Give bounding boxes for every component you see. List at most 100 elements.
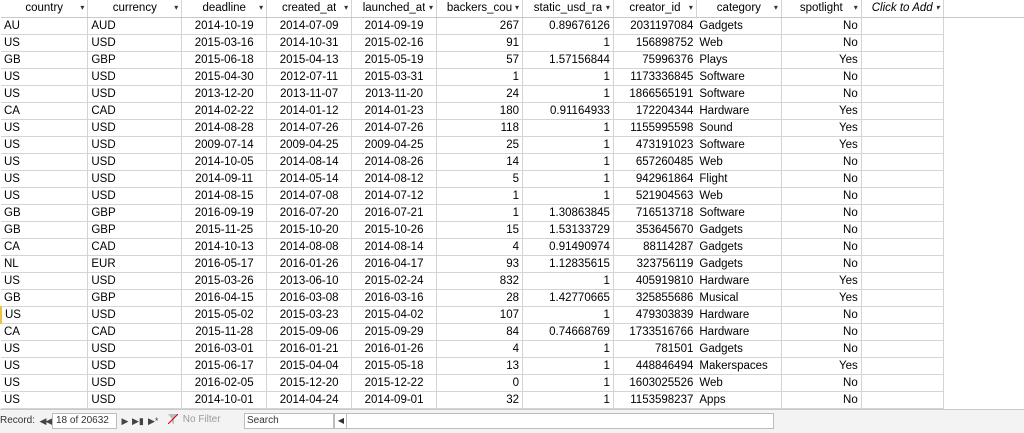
table-cell[interactable]: 2015-05-02 [181, 306, 268, 324]
chevron-down-icon[interactable]: ▾ [854, 0, 858, 16]
table-cell[interactable]: 1153598237 [613, 391, 697, 409]
table-cell[interactable]: 88114287 [613, 238, 697, 256]
table-cell[interactable]: 91 [436, 34, 523, 52]
table-cell[interactable]: 2014-08-12 [351, 170, 438, 188]
table-cell[interactable]: 1.53133729 [522, 221, 614, 239]
table-cell[interactable]: 2014-01-23 [351, 102, 438, 120]
table-cell[interactable]: No [781, 68, 862, 86]
table-cell[interactable]: 405919810 [613, 272, 697, 290]
table-cell[interactable]: 2014-08-26 [351, 153, 438, 171]
table-cell[interactable]: Software [696, 136, 782, 154]
table-cell[interactable]: 2015-03-26 [181, 272, 268, 290]
table-cell[interactable]: 1 [522, 85, 614, 103]
table-cell[interactable]: 1.42770665 [522, 289, 614, 307]
table-cell[interactable]: 107 [436, 306, 523, 324]
table-cell[interactable]: 2015-04-02 [351, 306, 438, 324]
table-cell[interactable]: AU [1, 17, 89, 35]
table-cell[interactable]: 2014-08-14 [266, 153, 353, 171]
table-cell[interactable]: AUD [87, 17, 183, 35]
table-cell[interactable]: 14 [436, 153, 523, 171]
chevron-down-icon[interactable]: ▾ [774, 0, 778, 16]
table-cell[interactable]: Gadgets [696, 238, 782, 256]
column-header[interactable]: backers_cou ▾ [436, 0, 523, 18]
table-row[interactable]: CA CAD 2014-02-22 2014-01-12 2014-01-23 180 0.… [1, 102, 1024, 120]
table-cell[interactable]: USD [87, 34, 183, 52]
table-cell[interactable]: 1 [436, 187, 523, 205]
table-cell[interactable]: GBP [87, 221, 183, 239]
table-row[interactable]: US USD 2014-10-01 2014-04-24 2014-09-01 32 1 11… [1, 391, 1024, 409]
add-column-cell[interactable] [861, 323, 944, 341]
table-cell[interactable]: USD [87, 357, 183, 375]
table-cell[interactable]: 1 [522, 119, 614, 137]
table-cell[interactable]: Yes [781, 357, 862, 375]
table-cell[interactable]: No [781, 238, 862, 256]
add-column-cell[interactable] [861, 255, 944, 273]
table-cell[interactable]: 1 [522, 374, 614, 392]
table-row[interactable]: US USD 2009-07-14 2009-04-25 2009-04-25 25 1 47… [1, 136, 1024, 154]
add-column-cell[interactable] [861, 289, 944, 307]
table-cell[interactable]: 2014-10-01 [181, 391, 268, 409]
table-cell[interactable]: 2014-07-26 [351, 119, 438, 137]
table-cell[interactable]: USD [87, 391, 183, 409]
table-cell[interactable]: 2016-07-20 [266, 204, 353, 222]
table-cell[interactable]: 2014-07-26 [266, 119, 353, 137]
table-cell[interactable]: 2012-07-11 [266, 68, 353, 86]
table-cell[interactable]: USD [87, 272, 183, 290]
column-header[interactable]: category ▾ [696, 0, 782, 18]
table-cell[interactable]: US [0, 306, 89, 324]
add-column-cell[interactable] [861, 51, 944, 69]
table-cell[interactable]: 1.30863845 [522, 204, 614, 222]
table-cell[interactable]: Apps [696, 391, 782, 409]
add-column-cell[interactable] [861, 34, 944, 52]
table-cell[interactable]: Web [696, 153, 782, 171]
table-cell[interactable]: 2016-04-17 [351, 255, 438, 273]
table-cell[interactable]: 0.91164933 [522, 102, 614, 120]
table-cell[interactable]: 2015-10-20 [266, 221, 353, 239]
add-column-cell[interactable] [861, 391, 944, 409]
table-cell[interactable]: Software [696, 204, 782, 222]
table-cell[interactable]: 2015-12-20 [266, 374, 353, 392]
table-cell[interactable]: Gadgets [696, 17, 782, 35]
current-record-field[interactable]: 18 of 20632 [52, 413, 117, 429]
table-cell[interactable]: 2013-11-20 [351, 85, 438, 103]
table-cell[interactable]: 2014-07-08 [266, 187, 353, 205]
table-cell[interactable]: GB [1, 204, 89, 222]
table-cell[interactable]: 2015-02-16 [351, 34, 438, 52]
table-row[interactable]: US USD 2014-08-15 2014-07-08 2014-07-12 1 1 521… [1, 187, 1024, 205]
table-cell[interactable]: 1 [436, 68, 523, 86]
table-cell[interactable]: 1 [522, 357, 614, 375]
table-row[interactable]: US USD 2013-12-20 2013-11-07 2013-11-20 24 1 18… [1, 85, 1024, 103]
table-cell[interactable]: GB [1, 221, 89, 239]
table-cell[interactable]: 118 [436, 119, 523, 137]
table-cell[interactable]: 28 [436, 289, 523, 307]
table-cell[interactable]: US [1, 374, 89, 392]
table-cell[interactable]: No [781, 374, 862, 392]
table-cell[interactable]: 2014-05-14 [266, 170, 353, 188]
table-cell[interactable]: 942961864 [613, 170, 697, 188]
table-cell[interactable]: 2016-01-26 [351, 340, 438, 358]
column-header[interactable]: spotlight ▾ [781, 0, 862, 18]
table-cell[interactable]: No [781, 255, 862, 273]
table-cell[interactable]: No [781, 85, 862, 103]
table-row[interactable]: US USD 2014-08-28 2014-07-26 2014-07-26 118 1 1… [1, 119, 1024, 137]
table-cell[interactable]: 1603025526 [613, 374, 697, 392]
table-cell[interactable]: Yes [781, 272, 862, 290]
table-cell[interactable]: Web [696, 187, 782, 205]
table-cell[interactable]: 75996376 [613, 51, 697, 69]
table-cell[interactable]: No [781, 17, 862, 35]
table-row[interactable]: US USD 2016-02-05 2015-12-20 2015-12-22 0 1 160… [1, 374, 1024, 392]
table-cell[interactable]: CA [1, 102, 89, 120]
table-cell[interactable]: 716513718 [613, 204, 697, 222]
table-cell[interactable]: 2015-06-18 [181, 51, 268, 69]
add-column-cell[interactable] [861, 136, 944, 154]
table-row[interactable]: GB GBP 2015-11-25 2015-10-20 2015-10-26 15 1.5… [1, 221, 1024, 239]
table-cell[interactable]: Hardware [696, 323, 782, 341]
add-column-cell[interactable] [861, 306, 944, 324]
table-row[interactable]: NL EUR 2016-05-17 2016-01-26 2016-04-17 93 1.1… [1, 255, 1024, 273]
table-cell[interactable]: 832 [436, 272, 523, 290]
table-row[interactable]: US USD 2014-10-05 2014-08-14 2014-08-26 14 1 65… [1, 153, 1024, 171]
table-cell[interactable]: Gadgets [696, 255, 782, 273]
table-row[interactable]: US USD 2015-04-30 2012-07-11 2015-03-31 1 1 117… [1, 68, 1024, 86]
table-row[interactable]: US USD 2016-03-01 2016-01-21 2016-01-26 4 1 781… [1, 340, 1024, 358]
table-cell[interactable]: 353645670 [613, 221, 697, 239]
